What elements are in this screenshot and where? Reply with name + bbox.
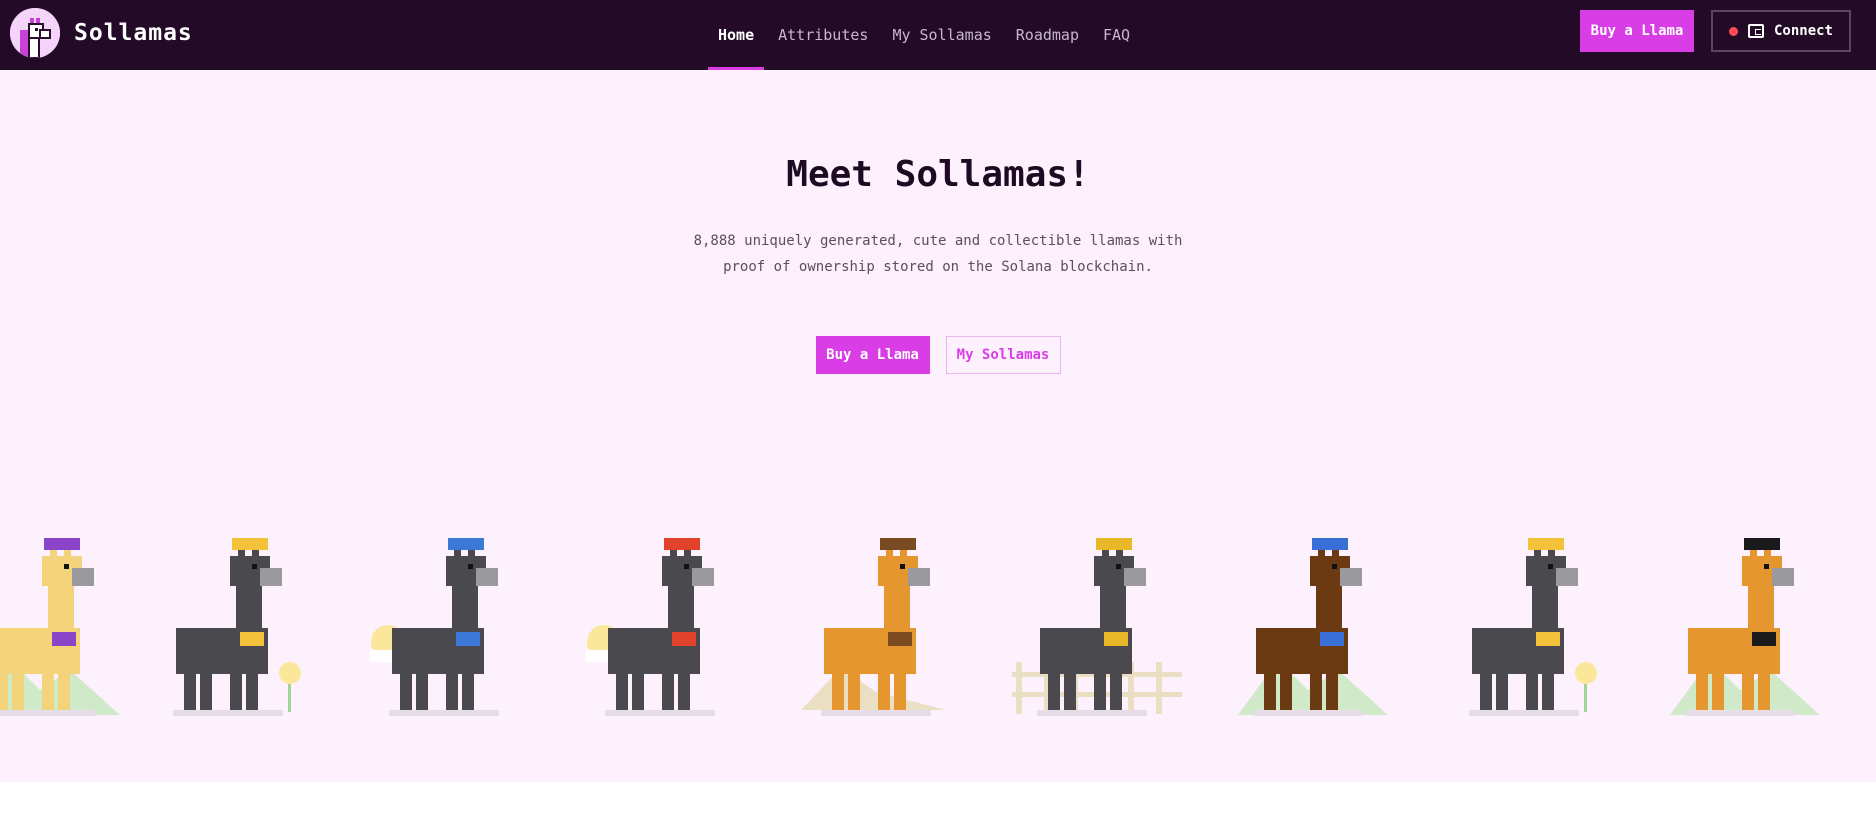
brand[interactable]: Sollamas — [10, 8, 193, 58]
llama-gray-party-hat — [370, 538, 499, 716]
connect-label: Connect — [1773, 23, 1833, 39]
main-nav: Home Attributes My Sollamas Roadmap FAQ — [706, 0, 1142, 70]
hero-description: 8,888 uniquely generated, cute and colle… — [0, 228, 1876, 280]
nav-link-home[interactable]: Home — [706, 0, 766, 70]
hero-my-sollamas-button[interactable]: My Sollamas — [945, 336, 1061, 374]
llama-yellow-straw-hat — [0, 538, 120, 716]
hero-title: Meet Sollamas! — [786, 154, 1090, 195]
nav-link-roadmap[interactable]: Roadmap — [1004, 0, 1091, 70]
connect-wallet-button[interactable]: Connect — [1711, 10, 1851, 52]
hero-description-line-1: 8,888 uniquely generated, cute and colle… — [693, 233, 1183, 249]
llama-orange-beanie — [801, 538, 946, 716]
nav-link-my-sollamas[interactable]: My Sollamas — [880, 0, 1003, 70]
llama-gray-pipe — [1012, 538, 1182, 716]
connection-status-dot — [1728, 26, 1738, 36]
llama-logo-icon — [10, 8, 60, 58]
llama-gray-arrow — [1469, 538, 1597, 716]
llama-brown-cap — [1238, 538, 1388, 716]
llama-orange-top-hat — [1670, 538, 1820, 716]
llama-gallery — [0, 520, 1876, 720]
nav-link-attributes[interactable]: Attributes — [766, 0, 880, 70]
nav-link-faq[interactable]: FAQ — [1091, 0, 1142, 70]
hero-description-line-2: proof of ownership stored on the Solana … — [723, 259, 1153, 275]
brand-name: Sollamas — [74, 20, 193, 46]
buy-llama-button[interactable]: Buy a Llama — [1580, 10, 1694, 52]
llama-gray-unicorn — [173, 538, 301, 716]
llama-gray-propeller — [586, 538, 715, 716]
hero-buy-llama-button[interactable]: Buy a Llama — [815, 336, 930, 374]
hero-section: Meet Sollamas! 8,888 uniquely generated,… — [0, 70, 1876, 782]
top-navbar: Sollamas Home Attributes My Sollamas Roa… — [0, 0, 1876, 70]
hero-actions: Buy a Llama My Sollamas — [0, 336, 1876, 374]
wallet-icon — [1747, 24, 1764, 38]
